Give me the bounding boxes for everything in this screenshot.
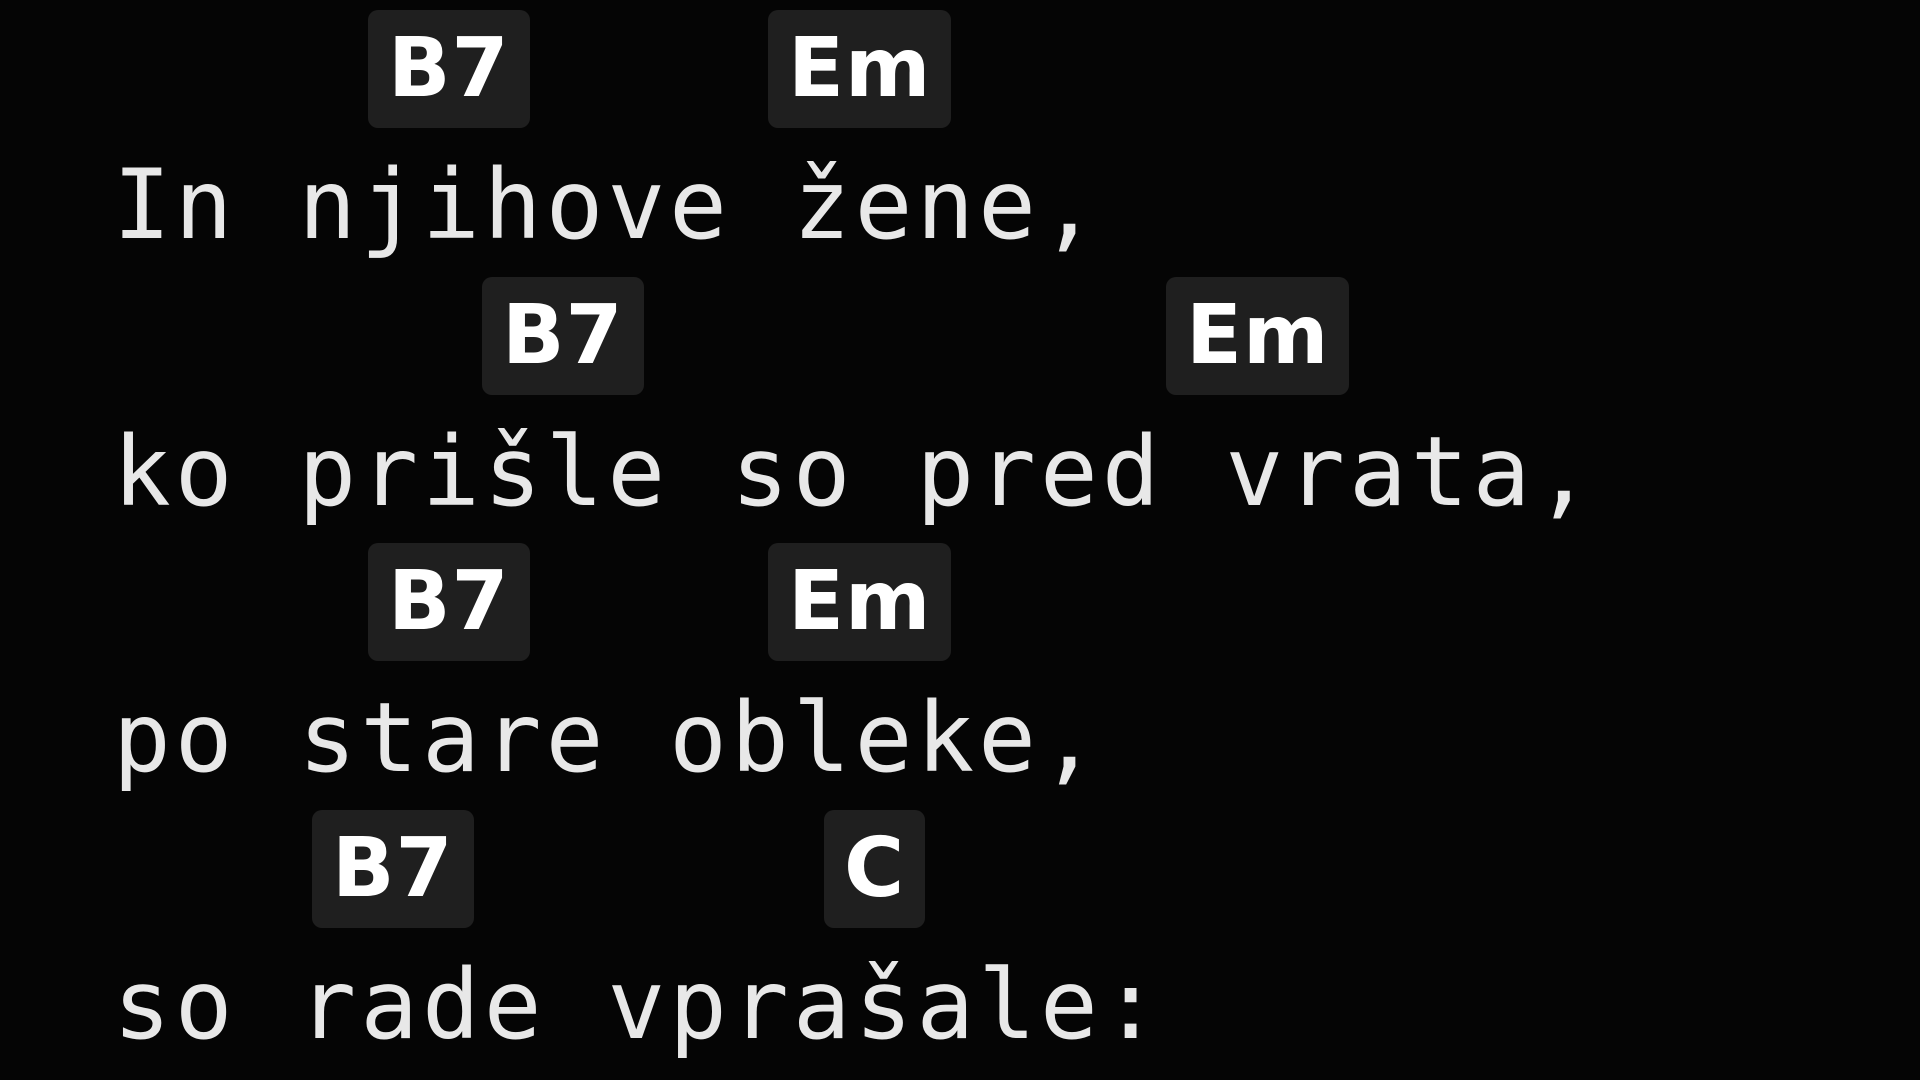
lyric-line: ko prišle so pred vrata, <box>113 416 1597 528</box>
chord: Em <box>768 10 952 128</box>
chord: B7 <box>482 277 644 395</box>
chord-sheet: B7 Em In njihove žene, B7 Em ko prišle s… <box>0 0 1920 1080</box>
chord-row: B7 Em <box>0 543 1920 663</box>
lyric-line: so rade vprašale: <box>113 949 1164 1061</box>
lyric-line: In njihove žene, <box>113 149 1102 261</box>
chord: B7 <box>368 10 530 128</box>
chord: B7 <box>312 810 474 928</box>
chord: Em <box>768 543 952 661</box>
chord: Em <box>1166 277 1350 395</box>
chord: C <box>824 810 926 928</box>
chord-row: B7 C <box>0 810 1920 930</box>
chord-row: B7 Em <box>0 10 1920 130</box>
lyric-line: po stare obleke, <box>113 682 1102 794</box>
chord: B7 <box>368 543 530 661</box>
chord-row: B7 Em <box>0 277 1920 397</box>
